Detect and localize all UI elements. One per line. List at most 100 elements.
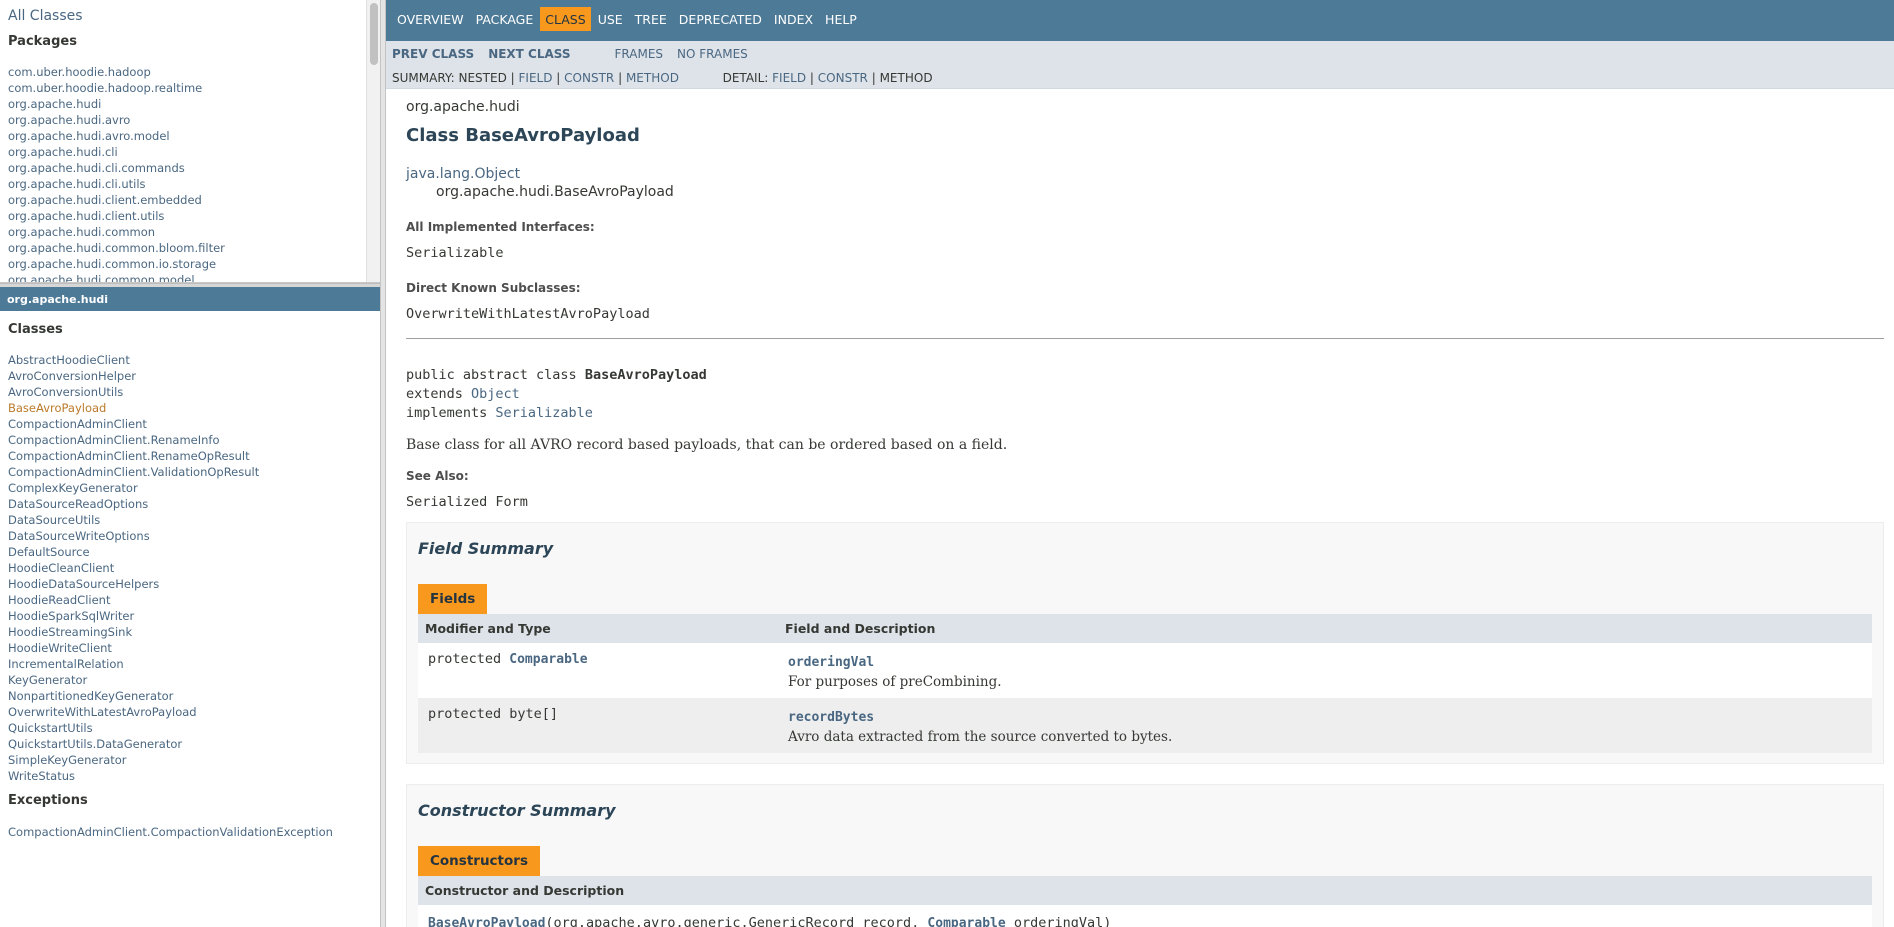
field-modifier-cell: protected Comparable (418, 643, 778, 698)
table-row: BaseAvroPayload(org.apache.avro.generic.… (418, 905, 1872, 927)
all-classes-link[interactable]: All Classes (8, 8, 83, 24)
nav-use[interactable]: USE (593, 7, 628, 31)
interfaces-label: All Implemented Interfaces: (406, 220, 595, 234)
class-list-item[interactable]: DataSourceWriteOptions (8, 528, 259, 544)
prev-class-link[interactable]: PREV CLASS (392, 47, 474, 61)
package-list-item[interactable]: org.apache.hudi.common.model (8, 272, 225, 282)
package-list-item[interactable]: org.apache.hudi.common (8, 224, 225, 240)
field-name-link[interactable]: orderingVal (788, 655, 874, 670)
constructor-summary-title: Constructor Summary (418, 801, 616, 820)
inherit-parent-link[interactable]: java.lang.Object (406, 166, 520, 182)
field-name-link[interactable]: recordBytes (788, 710, 874, 725)
class-detail-frame: OVERVIEW PACKAGE CLASS USE TREE DEPRECATED IND… (386, 0, 1894, 927)
package-label: org.apache.hudi (406, 99, 520, 115)
class-list-item[interactable]: HoodieSparkSqlWriter (8, 608, 259, 624)
subclasses-label: Direct Known Subclasses: (406, 281, 581, 295)
frames-link[interactable]: FRAMES (615, 47, 664, 61)
page-title: Class BaseAvroPayload (406, 125, 640, 146)
sig-implements-link[interactable]: Serializable (495, 405, 593, 421)
exception-list-item[interactable]: CompactionAdminClient.CompactionValidati… (8, 824, 333, 840)
class-list-item[interactable]: AbstractHoodieClient (8, 352, 259, 368)
summary-field-link[interactable]: FIELD (519, 71, 553, 85)
class-list-item[interactable]: DataSourceReadOptions (8, 496, 259, 512)
summary-constr-link[interactable]: CONSTR (564, 71, 614, 85)
nav-package[interactable]: PACKAGE (471, 7, 539, 31)
class-list-item[interactable]: CompactionAdminClient.RenameOpResult (8, 448, 259, 464)
package-list: com.uber.hoodie.hadoop com.uber.hoodie.ha… (8, 64, 225, 282)
class-list-item[interactable]: WriteStatus (8, 768, 259, 784)
package-bar[interactable]: org.apache.hudi (0, 287, 380, 311)
package-list-item[interactable]: org.apache.hudi.client.embedded (8, 192, 225, 208)
class-list-item[interactable]: QuickstartUtils (8, 720, 259, 736)
sig-extends-link[interactable]: Object (471, 386, 520, 402)
class-content: org.apache.hudi Class BaseAvroPayload ja… (406, 99, 1884, 927)
package-list-item[interactable]: org.apache.hudi.common.bloom.filter (8, 240, 225, 256)
divider (406, 338, 1884, 339)
class-list-item[interactable]: HoodieCleanClient (8, 560, 259, 576)
constructor-link[interactable]: BaseAvroPayload (428, 916, 545, 927)
comparable-type-link[interactable]: Comparable (927, 916, 1005, 927)
class-list-item[interactable]: HoodieStreamingSink (8, 624, 259, 640)
package-list-scrollbar[interactable] (366, 0, 380, 282)
class-list-item[interactable]: ComplexKeyGenerator (8, 480, 259, 496)
col-header-field: Field and Description (778, 614, 1872, 643)
package-list-item[interactable]: com.uber.hoodie.hadoop (8, 64, 225, 80)
subclass-link[interactable]: OverwriteWithLatestAvroPayload (406, 306, 650, 322)
nav-index[interactable]: INDEX (769, 7, 818, 31)
no-frames-link[interactable]: NO FRAMES (677, 47, 748, 61)
field-type-link[interactable]: Comparable (509, 652, 587, 667)
scrollbar-thumb[interactable] (370, 3, 378, 65)
package-list-item[interactable]: org.apache.hudi.avro (8, 112, 225, 128)
class-list-item[interactable]: DefaultSource (8, 544, 259, 560)
nav-separator: | (556, 71, 561, 85)
class-list-item[interactable]: SimpleKeyGenerator (8, 752, 259, 768)
serialized-form-link[interactable]: Serialized Form (406, 494, 528, 510)
sig-class-name: BaseAvroPayload (584, 367, 707, 383)
package-list-item[interactable]: com.uber.hoodie.hadoop.realtime (8, 80, 225, 96)
package-list-item[interactable]: org.apache.hudi.cli.commands (8, 160, 225, 176)
class-list-item[interactable]: BaseAvroPayload (8, 400, 259, 416)
interface-link[interactable]: Serializable (406, 245, 504, 261)
sig-text: extends (406, 386, 472, 402)
table-row: protected Comparable orderingVal For purpo… (418, 643, 1872, 698)
nav-separator: | (809, 71, 814, 85)
class-list-item[interactable]: KeyGenerator (8, 672, 259, 688)
class-list-item[interactable]: NonpartitionedKeyGenerator (8, 688, 259, 704)
constructor-summary-table: Constructor and Description BaseAvroPayl… (418, 876, 1872, 927)
package-list-item[interactable]: org.apache.hudi.cli (8, 144, 225, 160)
package-list-item[interactable]: org.apache.hudi.common.io.storage (8, 256, 225, 272)
sig-text: implements (406, 405, 496, 421)
class-list-item[interactable]: OverwriteWithLatestAvroPayload (8, 704, 259, 720)
class-list-item[interactable]: CompactionAdminClient (8, 416, 259, 432)
class-list-item[interactable]: CompactionAdminClient.RenameInfo (8, 432, 259, 448)
class-list-item[interactable]: DataSourceUtils (8, 512, 259, 528)
detail-constr-link[interactable]: CONSTR (818, 71, 868, 85)
package-list-item[interactable]: org.apache.hudi.avro.model (8, 128, 225, 144)
nav-class[interactable]: CLASS (540, 7, 591, 31)
class-list: AbstractHoodieClient AvroConversionHelper… (8, 352, 259, 784)
field-modifier: protected byte[] (428, 706, 559, 722)
nav-tree[interactable]: TREE (630, 7, 672, 31)
class-list-item[interactable]: CompactionAdminClient.ValidationOpResult (8, 464, 259, 480)
class-list-item[interactable]: HoodieDataSourceHelpers (8, 576, 259, 592)
nav-help[interactable]: HELP (820, 7, 862, 31)
javadoc-window: All Classes Packages com.uber.hoodie.had… (0, 0, 1894, 927)
summary-method-link[interactable]: METHOD (626, 71, 679, 85)
sig-text: public abstract class (406, 367, 585, 383)
nav-deprecated[interactable]: DEPRECATED (674, 7, 767, 31)
class-list-item[interactable]: HoodieReadClient (8, 592, 259, 608)
next-class-link[interactable]: NEXT CLASS (488, 47, 570, 61)
class-signature: public abstract class BaseAvroPayload ex… (406, 366, 1884, 423)
detail-field-link[interactable]: FIELD (772, 71, 806, 85)
class-list-item[interactable]: AvroConversionHelper (8, 368, 259, 384)
exception-list: CompactionAdminClient.CompactionValidati… (8, 824, 333, 840)
package-list-item[interactable]: org.apache.hudi.client.utils (8, 208, 225, 224)
package-list-item[interactable]: org.apache.hudi.cli.utils (8, 176, 225, 192)
class-list-item[interactable]: AvroConversionUtils (8, 384, 259, 400)
class-list-item[interactable]: QuickstartUtils.DataGenerator (8, 736, 259, 752)
nav-overview[interactable]: OVERVIEW (392, 7, 469, 31)
exceptions-header: Exceptions (8, 793, 88, 808)
package-list-item[interactable]: org.apache.hudi (8, 96, 225, 112)
class-list-item[interactable]: IncrementalRelation (8, 656, 259, 672)
class-list-item[interactable]: HoodieWriteClient (8, 640, 259, 656)
